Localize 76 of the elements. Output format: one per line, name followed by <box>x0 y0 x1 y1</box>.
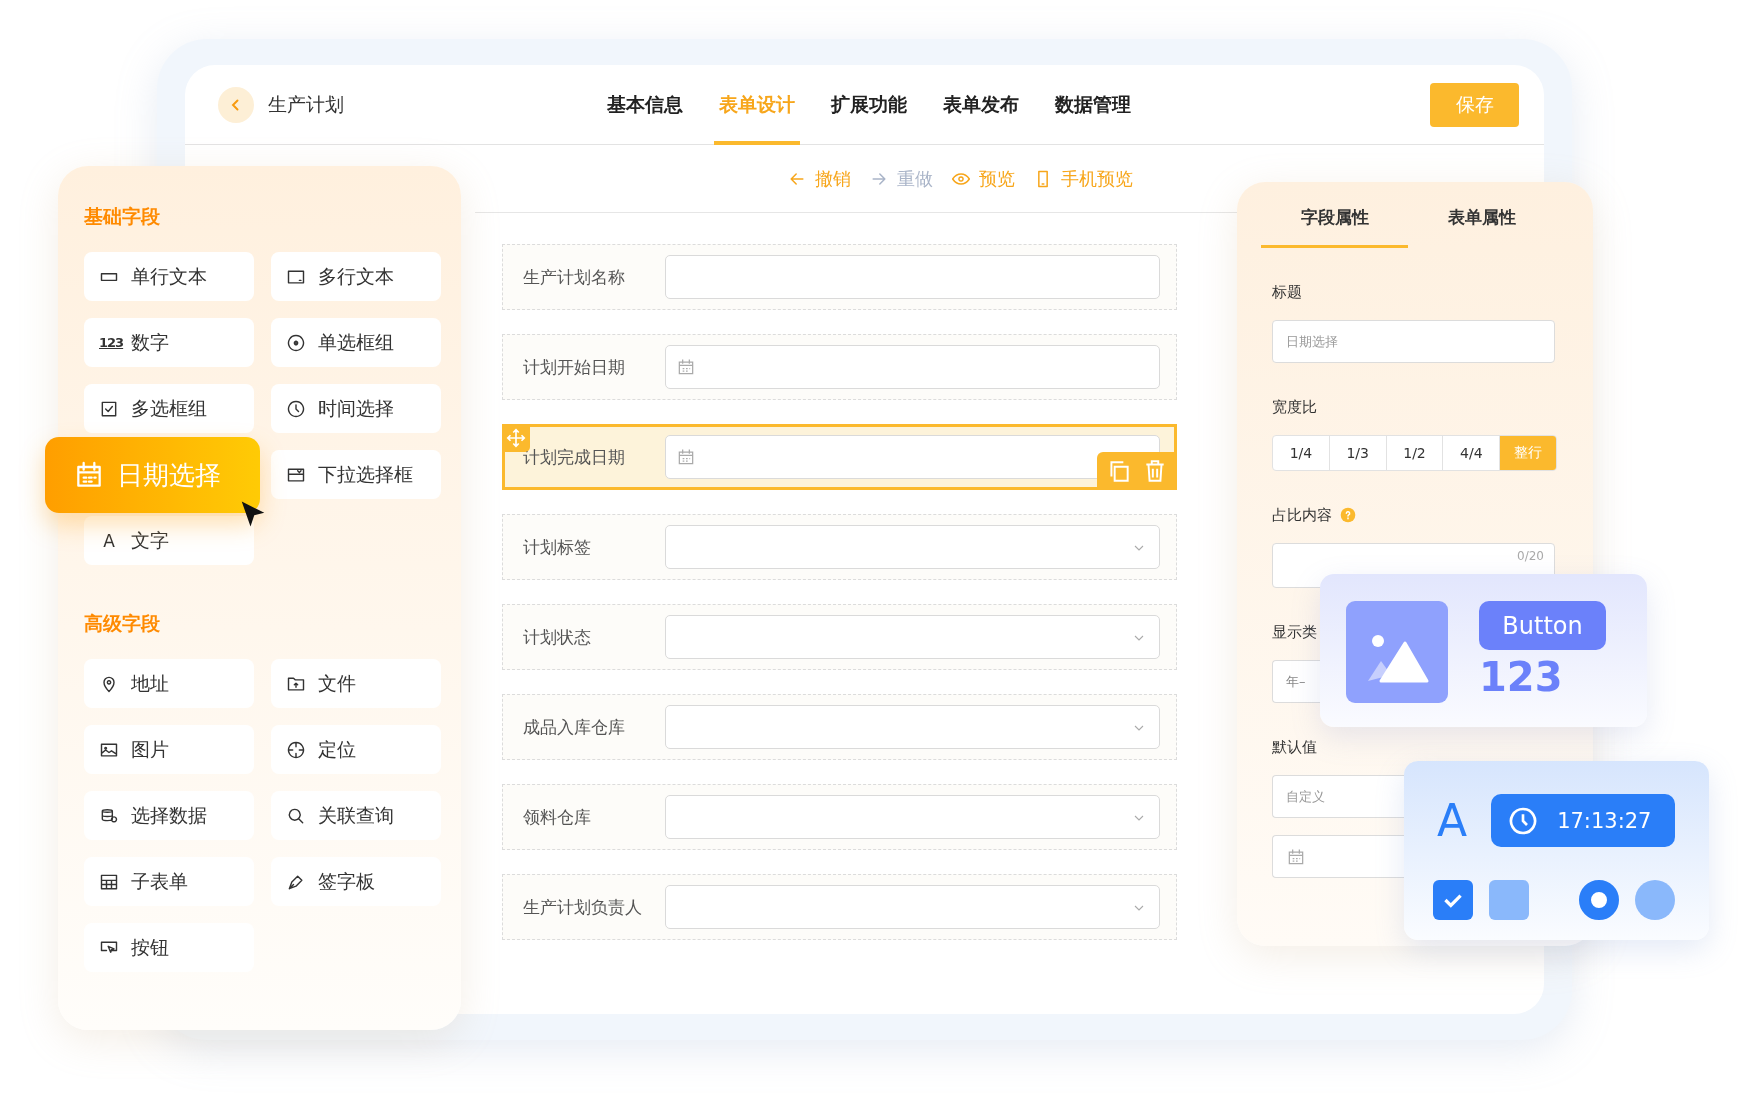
input-field[interactable] <box>665 615 1160 659</box>
form-row[interactable]: 计划开始日期 <box>502 334 1177 400</box>
input-field[interactable] <box>665 705 1160 749</box>
text-sample: A <box>1436 795 1469 846</box>
checkbox[interactable] <box>1489 880 1529 920</box>
panel-tab[interactable]: 字段属性 <box>1261 206 1408 248</box>
radio-button[interactable] <box>1579 880 1619 920</box>
field-label: 生产计划名称 <box>523 265 626 289</box>
property-label: 默认值 <box>1272 737 1317 757</box>
calendar-icon <box>676 447 696 467</box>
field-type-item[interactable]: 多选框组 <box>84 384 254 433</box>
field-label: 成品入库仓库 <box>523 715 626 739</box>
field-type-item[interactable]: 单选框组 <box>271 318 441 367</box>
input-field[interactable]: 年– <box>1272 660 1320 703</box>
field-type-item[interactable]: 图片 <box>84 725 254 774</box>
segment-button[interactable]: 1/3 <box>1329 436 1387 470</box>
nav-tab[interactable]: 扩展功能 <box>825 65 912 145</box>
field-type-item[interactable]: 单行文本 <box>84 252 254 301</box>
field-type-item[interactable]: 子表单 <box>84 857 254 906</box>
property-label: 显示类 <box>1272 622 1317 642</box>
segment-button[interactable]: 1/4 <box>1273 436 1330 470</box>
input-field[interactable] <box>665 795 1160 839</box>
section-title: 高级字段 <box>84 611 161 635</box>
form-row[interactable]: 计划状态 <box>502 604 1177 670</box>
date-field[interactable] <box>1272 835 1404 878</box>
field-type-item[interactable]: 签字板 <box>271 857 441 906</box>
input-field[interactable]: 日期选择 <box>1272 320 1555 363</box>
back-button[interactable] <box>218 87 254 123</box>
nav-tab[interactable]: 数据管理 <box>1049 65 1136 145</box>
input-field[interactable] <box>665 525 1160 569</box>
field-label: 计划状态 <box>523 625 592 649</box>
field-label: 生产计划负责人 <box>523 895 643 919</box>
input-field[interactable] <box>665 885 1160 929</box>
character-counter: 0/20 <box>1517 549 1544 563</box>
form-row[interactable]: 生产计划名称 <box>502 244 1177 310</box>
number-sample: 123 <box>1479 654 1563 700</box>
form-row[interactable]: 生产计划负责人 <box>502 874 1177 940</box>
time-picker[interactable]: 17:13:27 <box>1491 794 1675 847</box>
input-field[interactable] <box>665 345 1160 389</box>
form-row[interactable]: 领料仓库 <box>502 784 1177 850</box>
property-label: 标题 <box>1272 282 1302 302</box>
nav-tab[interactable]: 表单发布 <box>937 65 1024 145</box>
nav-tab[interactable]: 基本信息 <box>601 65 688 145</box>
radio-button[interactable] <box>1635 880 1675 920</box>
calendar-icon <box>676 357 696 377</box>
field-type-item[interactable]: 关联查询 <box>271 791 441 840</box>
property-label: 宽度比 <box>1272 397 1317 417</box>
field-type-item[interactable]: 选择数据 <box>84 791 254 840</box>
section-title: 基础字段 <box>84 204 161 228</box>
letter-icon: A <box>99 530 119 551</box>
field-type-item[interactable]: 123 数字 <box>84 318 254 367</box>
field-type-item[interactable]: 地址 <box>84 659 254 708</box>
field-type-item[interactable]: 时间选择 <box>271 384 441 433</box>
checkbox[interactable] <box>1433 880 1473 920</box>
field-label: 计划开始日期 <box>523 355 626 379</box>
field-type-item[interactable]: 按钮 <box>84 923 254 972</box>
panel-tab[interactable]: 表单属性 <box>1408 206 1555 248</box>
property-label: 占比内容 <box>1272 505 1332 525</box>
field-type-item[interactable]: A 文字 <box>84 516 254 565</box>
field-type-item[interactable]: 文件 <box>271 659 441 708</box>
page-title: 生产计划 <box>268 92 344 117</box>
field-type-item[interactable]: 定位 <box>271 725 441 774</box>
field-label: 计划标签 <box>523 535 592 559</box>
input-field[interactable] <box>665 255 1160 299</box>
field-type-item[interactable]: 多行文本 <box>271 252 441 301</box>
field-type-item[interactable]: 下拉选择框 <box>271 450 441 499</box>
radio-icon <box>286 332 306 353</box>
crosshair-icon <box>286 739 306 760</box>
image-placeholder-icon <box>1346 601 1448 703</box>
clock-icon <box>286 398 306 419</box>
input-field[interactable]: 自定义 <box>1272 775 1404 818</box>
form-row[interactable]: 成品入库仓库 <box>502 694 1177 760</box>
field-label: 领料仓库 <box>523 805 592 829</box>
segment-button[interactable]: 1/2 <box>1386 436 1444 470</box>
input-field[interactable] <box>665 435 1160 479</box>
form-row[interactable]: 计划标签 <box>502 514 1177 580</box>
